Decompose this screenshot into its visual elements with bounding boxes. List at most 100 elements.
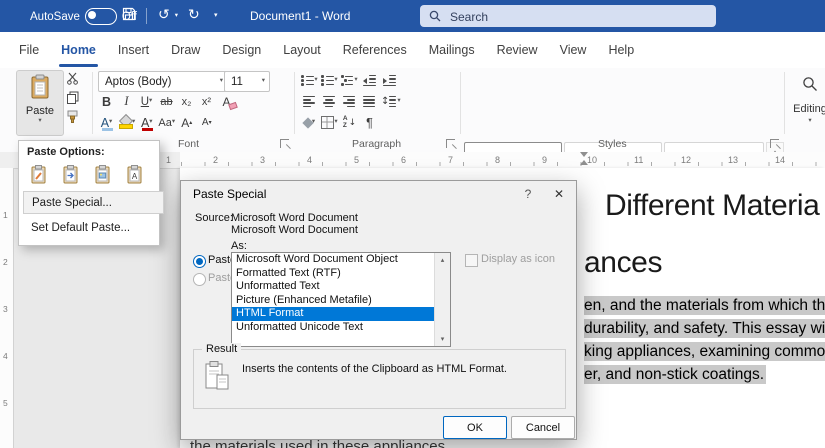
borders-button[interactable]: ▾: [321, 114, 338, 131]
tab-help[interactable]: Help: [597, 32, 645, 68]
list-item[interactable]: Unformatted Unicode Text: [232, 321, 434, 335]
paste-format-listbox[interactable]: Microsoft Word Document Object Formatted…: [231, 252, 451, 347]
undo-button[interactable]: ↺▾: [158, 7, 178, 23]
highlight-button[interactable]: ▾: [118, 114, 135, 131]
scroll-down-icon[interactable]: ▾: [435, 332, 450, 346]
search-box[interactable]: [420, 5, 716, 27]
document-heading-line2[interactable]: ances: [584, 246, 662, 280]
superscript-button[interactable]: x²: [198, 93, 215, 110]
list-item[interactable]: Formatted Text (RTF): [232, 267, 434, 281]
numbered-list-icon: [321, 75, 334, 86]
paste-special-menu-item[interactable]: Paste Special...: [23, 191, 164, 214]
tab-references[interactable]: References: [332, 32, 418, 68]
listbox-scrollbar[interactable]: ▴ ▾: [434, 253, 450, 346]
document-heading-line1[interactable]: Different Materia: [605, 189, 819, 223]
ruler-number: 5: [354, 155, 359, 165]
change-case-button[interactable]: Aa▾: [158, 114, 175, 131]
ruler-number: 6: [401, 155, 406, 165]
decrease-indent-button[interactable]: [361, 72, 378, 89]
shrink-font-button[interactable]: A▾: [198, 114, 215, 131]
align-right-button[interactable]: [341, 93, 358, 110]
quick-access-chevron-icon[interactable]: ▾: [214, 11, 218, 19]
tab-insert[interactable]: Insert: [107, 32, 160, 68]
ruler-number: 9: [542, 155, 547, 165]
editing-group[interactable]: Editing ▾: [790, 76, 825, 125]
italic-button[interactable]: I: [118, 93, 135, 110]
redo-button[interactable]: ↻: [188, 7, 200, 23]
format-painter-button[interactable]: [66, 110, 79, 123]
multilevel-list-button[interactable]: ▾: [341, 72, 358, 89]
paste-merge-formatting-button[interactable]: [57, 162, 85, 188]
shading-button[interactable]: ▾: [301, 114, 318, 131]
autosave-control[interactable]: AutoSave Off: [30, 8, 137, 25]
subscript-button[interactable]: x₂: [178, 93, 195, 110]
bullets-button[interactable]: ▾: [301, 72, 318, 89]
font-size-combo[interactable]: 11 ▾: [224, 71, 270, 92]
align-center-button[interactable]: [321, 93, 338, 110]
scroll-up-icon[interactable]: ▴: [435, 253, 450, 267]
paste-chevron-icon: ▾: [17, 118, 63, 125]
search-input[interactable]: [448, 5, 702, 29]
find-magnifier-icon: [802, 76, 818, 92]
document-body-text[interactable]: en, and the materials from which they du…: [584, 297, 825, 389]
first-line-indent-marker[interactable]: [580, 152, 588, 157]
result-groupbox: Result Inserts the contents of the Clipb…: [193, 349, 566, 409]
autosave-toggle[interactable]: [85, 8, 117, 25]
clear-formatting-button[interactable]: A: [218, 93, 235, 110]
list-item-selected[interactable]: HTML Format: [232, 307, 434, 321]
paragraph-dialog-launcher[interactable]: [446, 139, 455, 148]
tab-layout[interactable]: Layout: [272, 32, 332, 68]
paste-radio[interactable]: [193, 255, 206, 268]
bold-button[interactable]: B: [98, 93, 115, 110]
eraser-icon: [228, 102, 238, 110]
tab-review[interactable]: Review: [486, 32, 549, 68]
as-label: As:: [231, 240, 247, 252]
paste-keep-source-formatting-button[interactable]: [25, 162, 53, 188]
tab-view[interactable]: View: [549, 32, 598, 68]
text-effects-button[interactable]: A▾: [98, 114, 115, 131]
grow-font-button[interactable]: A▴: [178, 114, 195, 131]
line-spacing-button[interactable]: ↕▾: [381, 93, 401, 110]
help-button[interactable]: ?: [513, 184, 543, 204]
show-hide-pilcrow-button[interactable]: ¶: [361, 114, 378, 131]
tab-design[interactable]: Design: [211, 32, 272, 68]
copy-button[interactable]: [66, 91, 79, 104]
tab-file[interactable]: File: [8, 32, 50, 68]
tab-home[interactable]: Home: [50, 32, 107, 68]
vertical-ruler[interactable]: 1 2 3 4 5: [0, 168, 14, 448]
styles-dialog-launcher[interactable]: [770, 139, 779, 148]
display-as-icon-checkbox[interactable]: [465, 254, 478, 267]
close-icon[interactable]: ✕: [545, 184, 573, 204]
list-item[interactable]: Unformatted Text: [232, 280, 434, 294]
paste-link-radio[interactable]: [193, 273, 206, 286]
numbering-button[interactable]: ▾: [321, 72, 338, 89]
ruler-number: 7: [448, 155, 453, 165]
justify-button[interactable]: [361, 93, 378, 110]
align-left-button[interactable]: [301, 93, 318, 110]
sort-button[interactable]: AZ↓: [341, 114, 358, 131]
cancel-button[interactable]: Cancel: [511, 416, 575, 439]
hanging-indent-marker[interactable]: [580, 160, 588, 165]
paste-picture-button[interactable]: [89, 162, 117, 188]
autosave-label: AutoSave: [30, 11, 80, 23]
format-painter-icon: [66, 110, 79, 123]
list-item[interactable]: Picture (Enhanced Metafile): [232, 294, 434, 308]
tab-draw[interactable]: Draw: [160, 32, 211, 68]
tab-mailings[interactable]: Mailings: [418, 32, 486, 68]
ruler-number: 12: [681, 155, 691, 165]
underline-button[interactable]: U▾: [138, 93, 155, 110]
strikethrough-button[interactable]: ab: [158, 93, 175, 110]
set-default-paste-menu-item[interactable]: Set Default Paste...: [23, 217, 162, 238]
save-button[interactable]: [122, 7, 136, 21]
merge-formatting-icon: [61, 165, 81, 185]
font-color-button[interactable]: A▾: [138, 114, 155, 131]
list-item[interactable]: Microsoft Word Document Object: [232, 253, 434, 267]
font-name-combo[interactable]: Aptos (Body) ▾: [98, 71, 228, 92]
paste-keep-text-only-button[interactable]: A: [121, 162, 149, 188]
selected-text-line: en, and the materials from which they: [584, 297, 825, 315]
ok-button[interactable]: OK: [443, 416, 507, 439]
cut-button[interactable]: [66, 72, 79, 85]
paste-button[interactable]: Paste ▾: [16, 70, 64, 136]
font-dialog-launcher[interactable]: [280, 139, 289, 148]
increase-indent-button[interactable]: [381, 72, 398, 89]
